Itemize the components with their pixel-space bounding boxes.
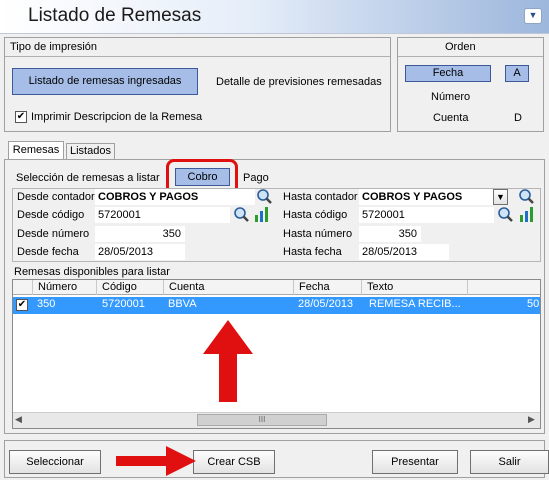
hasta-numero-label: Hasta número [283,228,353,240]
bar-chart-icon[interactable] [253,206,270,223]
column-header-fecha[interactable]: Fecha [294,280,362,295]
desde-fecha-field[interactable]: 28/05/2013 [95,244,185,260]
search-icon[interactable] [497,206,514,223]
seleccion-label: Selección de remesas a listar [16,172,160,184]
table-row[interactable] [13,297,540,314]
tab-remesas[interactable]: Remesas [8,141,64,160]
table-label: Remesas disponibles para listar [14,266,170,278]
row-cuenta: BBVA [168,298,197,310]
column-header-cuenta[interactable]: Cuenta [164,280,294,295]
imprimir-descripcion-checkbox[interactable]: ✔ [15,111,27,123]
hasta-contador-dropdown[interactable]: ▼ [493,189,508,205]
row-codigo: 5720001 [102,298,145,310]
presentar-button[interactable]: Presentar [372,450,458,474]
column-header-codigo[interactable]: Código [97,280,164,295]
hasta-codigo-field[interactable]: 5720001 [359,207,494,223]
scroll-left-icon[interactable]: ◀ [15,414,22,425]
row-numero: 350 [37,298,56,310]
column-header-numero[interactable]: Número [33,280,97,295]
hasta-numero-field[interactable]: 350 [359,226,421,242]
hasta-contador-field[interactable]: COBROS Y PAGOS [359,189,493,205]
row-texto: REMESA RECIB... [369,298,461,310]
divider [5,56,390,57]
scroll-right-icon[interactable]: ▶ [528,414,535,425]
annotation-arrow-right-icon [116,446,196,476]
search-icon[interactable] [518,188,535,205]
listado-ingresadas-button[interactable]: Listado de remesas ingresadas [12,68,198,95]
detalle-previsiones-button[interactable]: Detalle de previsiones remesadas [216,76,382,88]
scroll-thumb[interactable]: III [197,414,327,426]
orden-numero-button[interactable]: Número [431,91,470,103]
desde-contador-label: Desde contador [17,191,95,203]
row-extra: 50 [527,298,540,310]
hasta-codigo-label: Hasta código [283,209,348,221]
desde-fecha-label: Desde fecha [17,246,79,258]
desde-codigo-field[interactable]: 5720001 [95,207,230,223]
desde-contador-field[interactable]: COBROS Y PAGOS [95,189,255,205]
annotation-arrow-up-icon [203,320,253,402]
hasta-fecha-field[interactable]: 28/05/2013 [359,244,449,260]
imprimir-descripcion-label: Imprimir Descripcion de la Remesa [31,111,203,123]
pago-button[interactable]: Pago [243,172,269,184]
column-header-check [13,280,33,295]
seleccionar-button[interactable]: Seleccionar [9,450,101,474]
search-icon[interactable] [233,206,250,223]
desde-numero-field[interactable]: 350 [95,226,185,242]
bar-chart-icon[interactable] [518,206,535,223]
chevron-down-icon[interactable]: ▼ [524,8,542,24]
window-title: Listado de Remesas [28,5,202,26]
presentar-label: Presentar [391,456,439,468]
tab-listados[interactable]: Listados [66,143,115,160]
seleccionar-label: Seleccionar [26,456,84,468]
orden-fecha-direction-button[interactable]: A [505,65,529,82]
row-fecha: 28/05/2013 [298,298,354,310]
search-icon[interactable] [256,188,273,205]
divider [398,56,543,57]
orden-cuenta-button[interactable]: Cuenta [433,112,468,124]
desde-numero-label: Desde número [17,228,90,240]
orden-cuenta-direction[interactable]: D [514,112,522,124]
row-checkbox[interactable]: ✔ [16,299,28,311]
crear-csb-button[interactable]: Crear CSB [193,450,275,474]
tipo-impresion-title: Tipo de impresión [10,41,98,53]
orden-fecha-button[interactable]: Fecha [405,65,491,82]
hasta-contador-label: Hasta contador [283,191,358,203]
salir-label: Salir [498,456,521,468]
hasta-fecha-label: Hasta fecha [283,246,342,258]
orden-title: Orden [445,41,476,53]
crear-csb-label: Crear CSB [207,456,261,468]
desde-codigo-label: Desde código [17,209,85,221]
salir-button[interactable]: Salir [470,450,549,474]
column-header-texto[interactable]: Texto [362,280,468,295]
